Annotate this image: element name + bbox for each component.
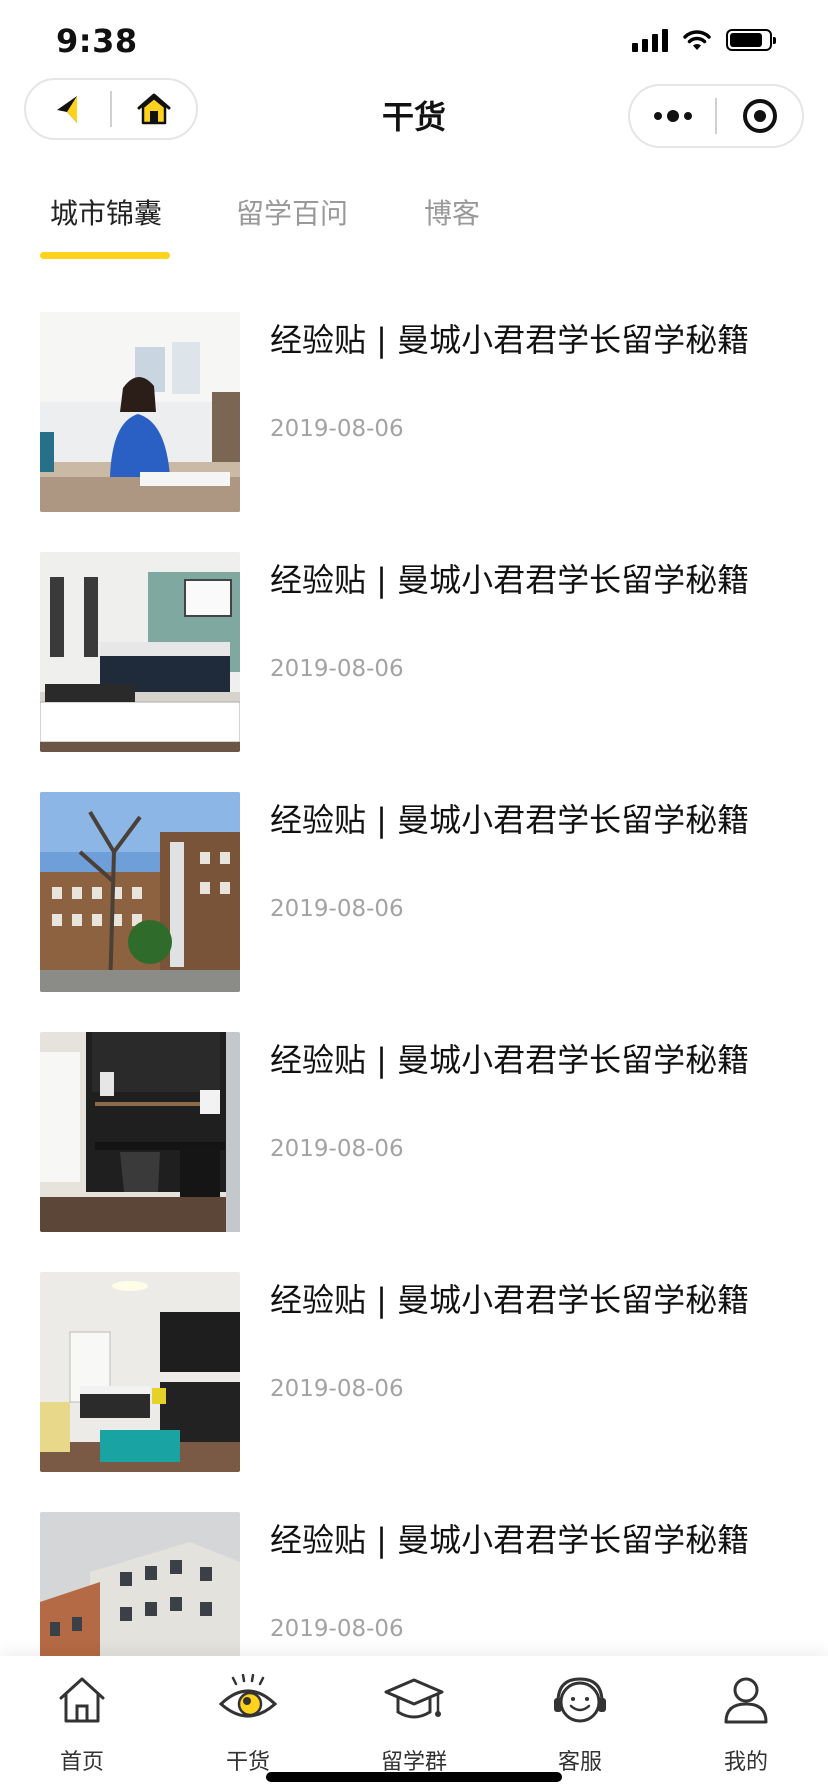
article-date: 2019-08-06 <box>270 1136 404 1162</box>
status-time: 9:38 <box>56 22 138 60</box>
list-item[interactable]: 经验贴 | 曼城小君君学长留学秘籍 2019-08-06 <box>40 1272 800 1472</box>
article-thumbnail <box>40 1032 240 1232</box>
article-title: 经验贴 | 曼城小君君学长留学秘籍 <box>270 321 750 359</box>
tabbar-item-profile[interactable]: 我的 <box>676 1656 816 1792</box>
more-dots-icon <box>653 110 692 122</box>
list-item[interactable]: 经验贴 | 曼城小君君学长留学秘籍 2019-08-06 <box>40 312 800 512</box>
list-item[interactable]: 经验贴 | 曼城小君君学长留学秘籍 2019-08-06 <box>40 792 800 992</box>
article-title: 经验贴 | 曼城小君君学长留学秘籍 <box>270 561 750 599</box>
article-title: 经验贴 | 曼城小君君学长留学秘籍 <box>270 1281 750 1319</box>
graduation-cap-icon <box>384 1678 444 1719</box>
status-bar: 9:38 <box>0 0 828 80</box>
list-item[interactable]: 经验贴 | 曼城小君君学长留学秘籍 2019-08-06 <box>40 1032 800 1232</box>
article-thumbnail <box>40 552 240 752</box>
tab-city-tips[interactable]: 城市锦囊 <box>50 192 162 232</box>
more-button[interactable] <box>630 86 715 146</box>
article-thumbnail <box>40 792 240 992</box>
status-icons <box>632 28 776 52</box>
article-thumbnail <box>40 1272 240 1472</box>
home-indicator[interactable] <box>266 1772 562 1782</box>
close-target-icon <box>742 99 777 133</box>
article-date: 2019-08-06 <box>270 416 404 442</box>
headset-icon <box>554 1677 606 1723</box>
signal-icon <box>632 28 668 52</box>
eye-icon <box>218 1674 278 1718</box>
article-title: 经验贴 | 曼城小君君学长留学秘籍 <box>270 1521 750 1559</box>
tab-study-faq[interactable]: 留学百问 <box>236 192 348 232</box>
article-date: 2019-08-06 <box>270 896 404 922</box>
article-date: 2019-08-06 <box>270 1376 404 1402</box>
article-date: 2019-08-06 <box>270 1616 404 1642</box>
article-title: 经验贴 | 曼城小君君学长留学秘籍 <box>270 801 750 839</box>
user-icon <box>724 1677 768 1724</box>
article-date: 2019-08-06 <box>270 656 404 682</box>
article-title: 经验贴 | 曼城小君君学长留学秘籍 <box>270 1041 750 1079</box>
battery-icon <box>726 29 776 51</box>
bottom-tab-bar: 首页 干货 留学群 客服 我的 <box>0 1656 828 1792</box>
battery-fill <box>730 33 762 47</box>
category-tabs: 城市锦囊 留学百问 博客 <box>0 186 828 266</box>
tabbar-label: 首页 <box>59 1750 104 1775</box>
list-item[interactable]: 经验贴 | 曼城小君君学长留学秘籍 2019-08-06 <box>40 552 800 752</box>
tab-active-indicator <box>40 252 170 259</box>
article-thumbnail <box>40 312 240 512</box>
house-icon <box>59 1677 105 1723</box>
wifi-icon <box>683 30 711 50</box>
nav-capsule-right <box>628 84 804 148</box>
tab-blog[interactable]: 博客 <box>424 192 480 232</box>
tabbar-item-home[interactable]: 首页 <box>12 1656 152 1792</box>
tabbar-label: 我的 <box>723 1750 768 1775</box>
close-button[interactable] <box>717 86 802 146</box>
